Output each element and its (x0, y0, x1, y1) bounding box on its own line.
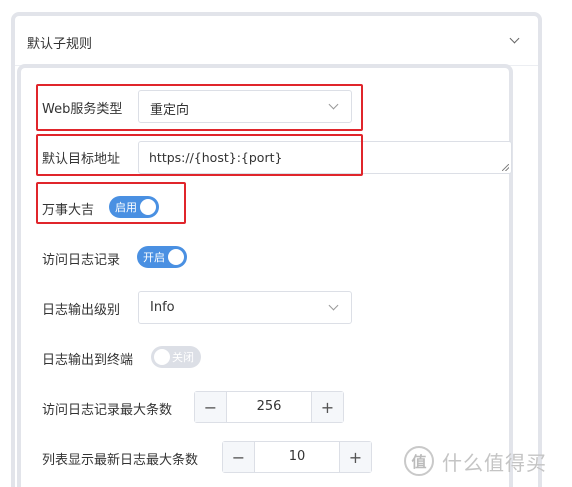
decrement-button[interactable]: − (223, 442, 255, 472)
default-subrule-header[interactable]: 默认子规则 (15, 16, 538, 66)
toggle-text: 关闭 (172, 351, 194, 364)
toggle-text: 开启 (143, 251, 165, 264)
list-log-max-value[interactable]: 10 (255, 442, 339, 472)
toggle-knob (140, 199, 156, 215)
list-log-max-stepper[interactable]: − 10 + (222, 441, 372, 473)
list-log-max-label: 列表显示最新日志最大条数 (42, 453, 199, 468)
watermark-logo-text: 值 (411, 453, 427, 471)
web-service-type-label: Web服务类型 (42, 102, 123, 117)
web-service-type-value: 重定向 (150, 103, 190, 118)
watermark-text: 什么值得买 (442, 450, 547, 475)
subrule-settings-card (17, 64, 513, 487)
access-log-max-label: 访问日志记录最大条数 (42, 403, 173, 418)
log-to-terminal-toggle[interactable]: 关闭 (151, 346, 201, 368)
chevron-down-icon (328, 99, 339, 110)
wanshi-daji-label: 万事大吉 (42, 203, 95, 218)
increment-button[interactable]: + (339, 442, 371, 472)
log-to-terminal-label: 日志输出到终端 (42, 353, 134, 368)
log-level-select[interactable]: Info (138, 291, 352, 324)
toggle-text: 启用 (115, 201, 137, 214)
panel-title: 默认子规则 (27, 37, 93, 52)
decrement-button[interactable]: − (195, 392, 227, 422)
chevron-down-icon[interactable] (509, 33, 520, 44)
chevron-down-icon (328, 300, 339, 311)
resize-handle-icon[interactable] (502, 164, 509, 171)
access-log-toggle[interactable]: 开启 (137, 246, 187, 268)
increment-button[interactable]: + (311, 392, 343, 422)
toggle-knob (168, 249, 184, 265)
log-level-label: 日志输出级别 (42, 303, 121, 318)
watermark-logo-icon: 值 (404, 446, 434, 476)
watermark: 值 什么值得买 (404, 444, 547, 478)
wanshi-daji-toggle[interactable]: 启用 (109, 196, 159, 218)
web-service-type-select[interactable]: 重定向 (138, 90, 352, 123)
default-target-label: 默认目标地址 (42, 152, 121, 167)
default-target-value: https://{host}:{port} (149, 150, 283, 165)
access-log-max-stepper[interactable]: − 256 + (194, 391, 344, 423)
default-target-input[interactable]: https://{host}:{port} (138, 141, 512, 174)
access-log-max-value[interactable]: 256 (227, 392, 311, 422)
access-log-label: 访问日志记录 (42, 253, 121, 268)
toggle-knob (154, 349, 170, 365)
log-level-value: Info (150, 300, 175, 315)
